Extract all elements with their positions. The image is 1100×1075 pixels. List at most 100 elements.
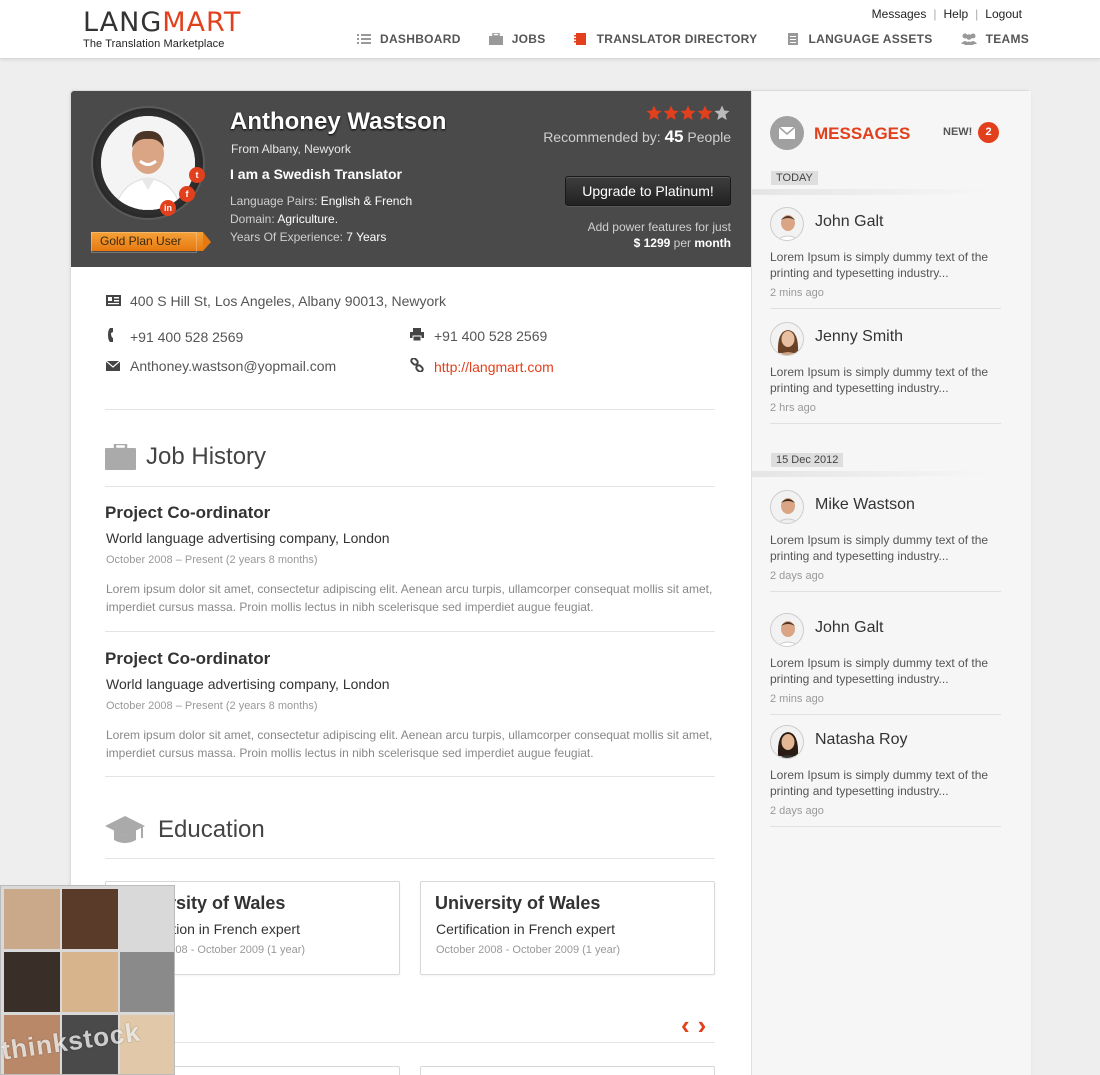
- portrait-photo: [62, 952, 118, 1012]
- message-time: 2 mins ago: [770, 287, 824, 299]
- link-icon: [409, 357, 425, 375]
- job-date: October 2008 – Present (2 years 8 months…: [106, 554, 318, 566]
- new-count-badge: 2: [978, 122, 999, 143]
- divider: [105, 486, 715, 487]
- divider: [770, 591, 1001, 592]
- profile-card: t f in Gold Plan User Anthoney Wastson F…: [70, 90, 1031, 1075]
- star-filled-icon: [663, 105, 679, 120]
- avatar: [770, 207, 804, 241]
- recommended-by: Recommended by: 45 People: [543, 127, 731, 147]
- divider: [770, 308, 1001, 309]
- new-label: NEW!: [943, 126, 973, 138]
- domain-label: Domain:: [230, 212, 275, 226]
- language-pairs-value: English & French: [320, 194, 413, 208]
- chevron-left-icon[interactable]: ‹: [681, 1012, 690, 1038]
- message-sender: Natasha Roy: [815, 731, 908, 748]
- help-link[interactable]: Help: [943, 7, 968, 21]
- message-sender: John Galt: [815, 619, 884, 636]
- website-link[interactable]: http://langmart.com: [434, 359, 554, 375]
- portrait-photo: [120, 952, 174, 1012]
- day-label: TODAY: [771, 171, 818, 185]
- people-icon: [960, 33, 977, 45]
- star-empty-icon: [714, 105, 730, 120]
- nav-translator-directory[interactable]: TRANSLATOR DIRECTORY: [573, 32, 758, 46]
- envelope-icon: [105, 359, 121, 374]
- education-card: University of Wales Certification in Fre…: [420, 881, 715, 975]
- nav-teams[interactable]: TEAMS: [960, 32, 1030, 46]
- profile-location: From Albany, Newyork: [231, 142, 351, 156]
- profile-avatar[interactable]: t f in: [93, 108, 205, 218]
- link-separator: |: [933, 7, 937, 21]
- job-company: World language advertising company, Lond…: [106, 676, 390, 692]
- job-description: Lorem ipsum dolor sit amet, consectetur …: [106, 728, 713, 760]
- messages-header: MESSAGES NEW! 2: [770, 116, 1020, 150]
- avatar: [770, 322, 804, 356]
- messages-title: MESSAGES: [814, 124, 911, 143]
- divider: [770, 826, 1001, 827]
- logout-link[interactable]: Logout: [985, 7, 1022, 21]
- profile-name: Anthoney Wastson: [230, 108, 447, 135]
- chevron-right-icon[interactable]: ›: [698, 1012, 707, 1038]
- nav-dashboard[interactable]: DASHBOARD: [357, 32, 461, 46]
- address-book-icon: [573, 33, 588, 45]
- avatar: [770, 725, 804, 759]
- certification: Certification in French expert: [436, 921, 615, 937]
- message-preview: Lorem Ipsum is simply dummy text of the …: [770, 656, 989, 686]
- power-text: Add power features for just: [587, 220, 731, 234]
- carousel-arrows: ‹ ›: [681, 1012, 714, 1038]
- link-separator: |: [975, 7, 979, 21]
- message-sender: Jenny Smith: [815, 328, 904, 345]
- top-header: LANGMART The Translation Marketplace Mes…: [0, 0, 1100, 59]
- messages-link[interactable]: Messages: [872, 7, 927, 21]
- education-heading: Education: [105, 816, 265, 844]
- section-card: [420, 1066, 715, 1075]
- logo-text-mart: MART: [162, 7, 242, 38]
- education-date: October 2008 - October 2009 (1 year): [436, 944, 621, 956]
- divider: [105, 631, 715, 632]
- phone-row: +91 400 528 2569: [105, 328, 243, 345]
- portrait-photo: [62, 889, 118, 949]
- recommended-label: Recommended by:: [543, 129, 661, 145]
- divider: [105, 776, 715, 777]
- nav-language-assets[interactable]: LANGUAGE ASSETS: [786, 32, 933, 46]
- twitter-icon[interactable]: t: [189, 167, 205, 183]
- experience-value: 7 Years: [346, 230, 387, 244]
- linkedin-icon[interactable]: in: [160, 200, 176, 216]
- fax-icon: [409, 328, 425, 344]
- divider: [770, 714, 1001, 715]
- divider: [105, 858, 715, 859]
- message-preview: Lorem Ipsum is simply dummy text of the …: [770, 768, 989, 798]
- portrait-photo: [4, 889, 60, 949]
- nav-jobs[interactable]: JOBS: [488, 32, 546, 46]
- envelope-icon: [770, 116, 804, 150]
- upgrade-button[interactable]: Upgrade to Platinum!: [565, 176, 731, 206]
- job-description: Lorem ipsum dolor sit amet, consectetur …: [106, 582, 713, 614]
- facebook-icon[interactable]: f: [179, 186, 195, 202]
- message-preview: Lorem Ipsum is simply dummy text of the …: [770, 250, 989, 280]
- profile-headline: I am a Swedish Translator: [230, 166, 402, 182]
- divider: [105, 1042, 715, 1043]
- logo[interactable]: LANGMART The Translation Marketplace: [83, 7, 242, 51]
- message-preview: Lorem Ipsum is simply dummy text of the …: [770, 533, 989, 563]
- email-text[interactable]: Anthoney.wastson@yopmail.com: [130, 358, 336, 374]
- website-row: http://langmart.com: [409, 357, 554, 375]
- day-separator: [752, 189, 992, 195]
- job-history-heading: Job History: [105, 442, 267, 471]
- job-company: World language advertising company, Lond…: [106, 530, 390, 546]
- message-time: 2 days ago: [770, 805, 824, 817]
- address-card-icon: [105, 294, 121, 309]
- briefcase-icon: [105, 442, 136, 470]
- nav-label: JOBS: [511, 32, 546, 46]
- document-icon: [786, 33, 800, 45]
- recommended-count: 45: [664, 127, 684, 146]
- job-history-title: Job History: [146, 443, 267, 470]
- fax-text: +91 400 528 2569: [434, 328, 548, 344]
- gold-plan-badge: Gold Plan User: [91, 232, 211, 253]
- job-title: Project Co-ordinator: [105, 649, 271, 668]
- top-links: Messages | Help | Logout: [872, 7, 1022, 21]
- logo-text-lang: LANG: [83, 7, 163, 38]
- experience-label: Years Of Experience:: [230, 230, 343, 244]
- message-time: 2 days ago: [770, 570, 824, 582]
- fax-row: +91 400 528 2569: [409, 328, 547, 344]
- divider: [105, 409, 715, 410]
